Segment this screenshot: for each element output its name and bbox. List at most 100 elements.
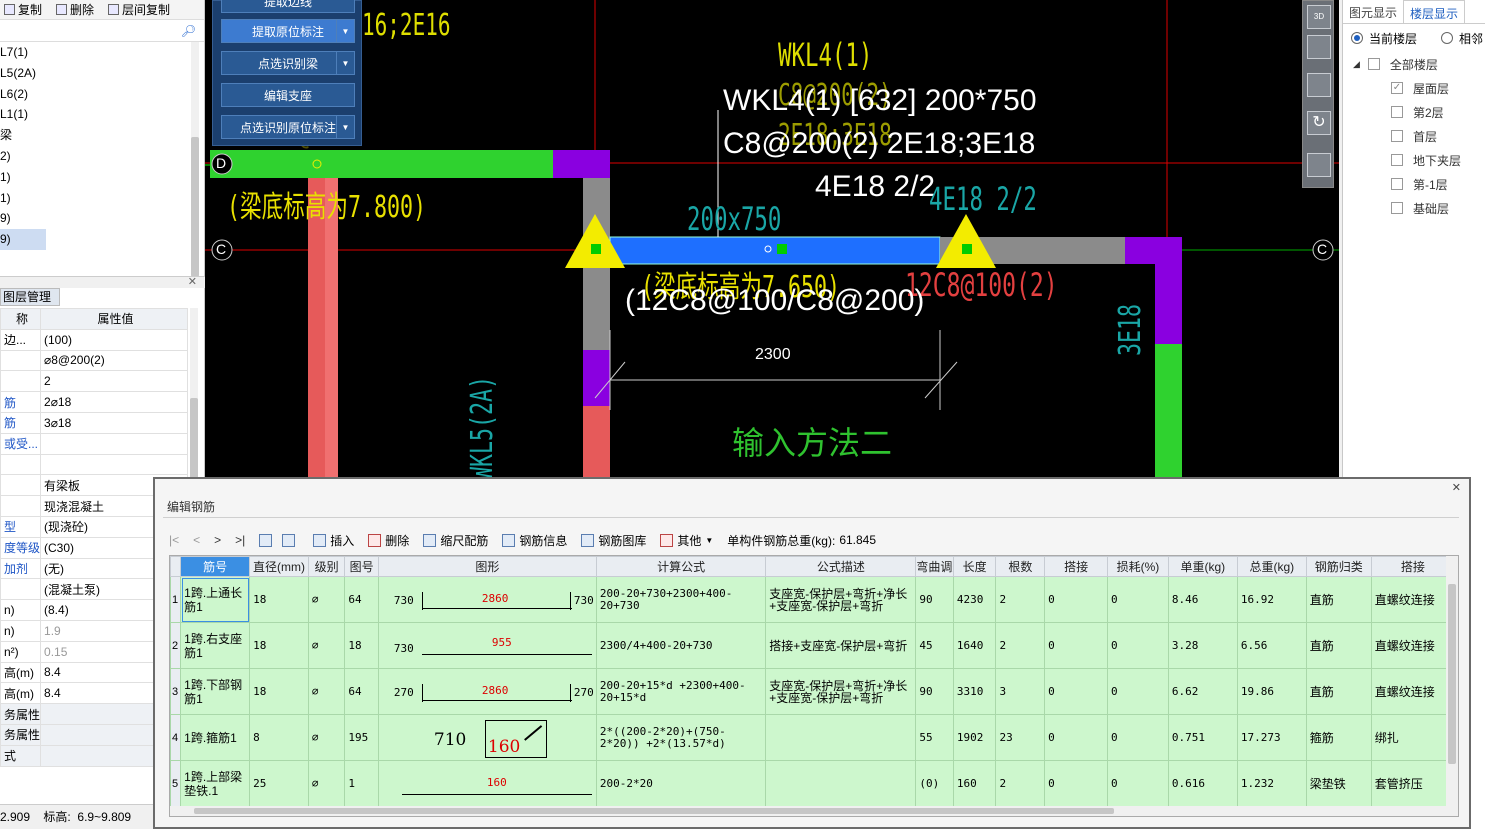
tab-element-display[interactable]: 图元显示	[1343, 0, 1403, 23]
rebar-count-cell[interactable]: 3	[995, 668, 1046, 715]
floor-checkbox[interactable]	[1391, 178, 1403, 190]
rebar-bend-cell[interactable]: (0)	[915, 760, 954, 807]
cube-view-icon[interactable]	[1307, 35, 1331, 59]
rebar-count-cell[interactable]: 2	[995, 760, 1046, 807]
rebar-unit-w-cell[interactable]: 0.751	[1167, 714, 1238, 761]
search-icon[interactable]: 🔎︎	[181, 24, 196, 38]
column-header[interactable]: 公式描述	[765, 556, 917, 577]
floor-copy-button[interactable]: 层间复制	[108, 1, 170, 18]
checkbox-all-floors[interactable]	[1367, 58, 1380, 70]
column-header[interactable]: 长度	[952, 556, 997, 577]
extract-in-situ-annotation-button[interactable]: 提取原位标注 ▼	[221, 19, 355, 43]
delete-button[interactable]: 删除	[56, 1, 94, 18]
column-header[interactable]: 弯曲调整	[915, 556, 954, 577]
floor-checkbox[interactable]	[1391, 130, 1403, 142]
list-item[interactable]: 9)	[0, 208, 204, 229]
table-row[interactable]: 3 1跨.下部钢筋1 18 ⌀ 64 270 2860 270 200-20+15*d +230…	[170, 668, 1456, 715]
other-dropdown-button[interactable]: 其他 ▼	[660, 532, 713, 549]
rebar-shape-cell[interactable]: 730 2860 730	[377, 576, 597, 623]
rebar-unit-w-cell[interactable]: 0.616	[1167, 760, 1238, 807]
rebar-total-w-cell[interactable]: 1.232	[1236, 760, 1307, 807]
rebar-bend-cell[interactable]: 55	[915, 714, 954, 761]
edit-support-button[interactable]: 编辑支座	[221, 83, 355, 107]
rebar-fig-cell[interactable]: 64	[344, 576, 379, 623]
radio-adjacent-floor[interactable]	[1441, 32, 1454, 44]
property-value[interactable]: ⌀8@200(2)	[40, 349, 188, 372]
column-header[interactable]: 钢筋归类	[1305, 556, 1372, 577]
rebar-length-cell[interactable]: 3310	[952, 668, 997, 715]
rebar-grade-cell[interactable]: ⌀	[307, 714, 346, 761]
tab-layer-management[interactable]: 图层管理	[0, 288, 60, 306]
property-value[interactable]: (100)	[40, 328, 188, 351]
list-item[interactable]: L1(1)	[0, 104, 204, 125]
property-value[interactable]: 2	[40, 370, 188, 393]
column-header[interactable]: 级别	[307, 556, 346, 577]
table-row[interactable]: 5 1跨.上部梁垫铁.1 25 ⌀ 1 160 200-2*20 (0) 160 2 0 0 0.616…	[170, 760, 1456, 807]
rebar-name-cell[interactable]: 1跨.箍筋1	[180, 714, 251, 761]
property-row[interactable]: 边... (100)	[0, 328, 188, 351]
rebar-category-cell[interactable]: 直筋	[1305, 668, 1372, 715]
property-value[interactable]: 2⌀18	[40, 391, 188, 413]
rebar-name-cell[interactable]: 1跨.下部钢筋1	[180, 668, 251, 715]
rebar-lap-cell[interactable]: 0	[1044, 576, 1109, 623]
rebar-loss-cell[interactable]: 0	[1107, 714, 1169, 761]
rebar-bend-cell[interactable]: 45	[915, 622, 954, 669]
rebar-length-cell[interactable]: 1640	[952, 622, 997, 669]
collapse-icon[interactable]: ◢	[1353, 59, 1360, 70]
floor-checkbox[interactable]: ✓	[1391, 82, 1403, 94]
floor-item[interactable]: ✓ 屋面层	[1343, 76, 1485, 100]
floor-item[interactable]: 地下夹层	[1343, 148, 1485, 172]
rebar-length-cell[interactable]: 4230	[952, 576, 997, 623]
rebar-unit-w-cell[interactable]: 3.28	[1167, 622, 1238, 669]
rebar-desc-cell[interactable]: 支座宽-保护层+弯折+净长+支座宽-保护层+弯折	[765, 576, 917, 623]
grid-view-icon[interactable]	[1307, 153, 1331, 177]
rebar-info-button[interactable]: 钢筋信息	[502, 532, 567, 549]
box-view-icon[interactable]	[1307, 73, 1331, 97]
floor-checkbox[interactable]	[1391, 154, 1403, 166]
rebar-category-cell[interactable]: 直筋	[1305, 576, 1372, 623]
rebar-desc-cell[interactable]	[765, 714, 917, 761]
rebar-library-button[interactable]: 钢筋图库	[581, 532, 646, 549]
floor-item[interactable]: 首层	[1343, 124, 1485, 148]
property-row[interactable]: ⌀8@200(2)	[0, 349, 188, 372]
column-header[interactable]: 搭接	[1370, 556, 1456, 577]
nav-last-icon[interactable]: >|	[235, 533, 245, 547]
tab-floor-display[interactable]: 楼层显示	[1403, 0, 1466, 23]
rebar-formula-cell[interactable]: 2*((200-2*20)+(750-2*20)) +2*(13.57*d)	[595, 714, 767, 761]
table-row[interactable]: 2 1跨.右支座筋1 18 ⌀ 18 730 955 2300/4+400-20+730 搭接+…	[170, 622, 1456, 669]
column-header[interactable]: 根数	[995, 556, 1046, 577]
list-item[interactable]: L6(2)	[0, 84, 204, 105]
rebar-shape-cell[interactable]: 730 955	[377, 622, 597, 669]
floor-checkbox[interactable]	[1391, 106, 1403, 118]
rebar-grade-cell[interactable]: ⌀	[307, 760, 346, 807]
list-item[interactable]: L5(2A)	[0, 63, 204, 84]
list-item[interactable]: 1)	[0, 188, 204, 209]
list-item[interactable]: L7(1)	[0, 42, 204, 63]
rebar-shape-cell[interactable]: 270 2860 270	[377, 668, 597, 715]
property-value[interactable]: 3⌀18	[40, 411, 188, 434]
delete-row-button[interactable]: 删除	[368, 532, 409, 549]
rebar-lap-type-cell[interactable]: 套管挤压	[1370, 760, 1456, 807]
nav-prev-icon[interactable]: <	[193, 533, 200, 547]
list-item[interactable]: 梁	[0, 125, 204, 146]
rebar-loss-cell[interactable]: 0	[1107, 668, 1169, 715]
floor-tree-root[interactable]: ◢ 全部楼层	[1343, 52, 1485, 76]
rebar-lap-type-cell[interactable]: 直螺纹连接	[1370, 622, 1456, 669]
list-item[interactable]: 1)	[0, 167, 204, 188]
rebar-lap-type-cell[interactable]: 直螺纹连接	[1370, 668, 1456, 715]
rebar-lap-type-cell[interactable]: 绑扎	[1370, 714, 1456, 761]
column-header[interactable]: 损耗(%)	[1107, 556, 1169, 577]
column-header[interactable]: 计算公式	[595, 556, 767, 577]
column-header[interactable]: 图号	[344, 556, 379, 577]
dropdown-arrow-icon[interactable]: ▼	[336, 52, 354, 74]
pick-identify-beam-button[interactable]: 点选识别梁 ▼	[221, 51, 355, 75]
grid-vertical-scrollbar[interactable]	[1446, 556, 1458, 816]
rebar-desc-cell[interactable]: 支座宽-保护层+弯折+净长+支座宽-保护层+弯折	[765, 668, 917, 715]
column-header[interactable]: 单重(kg)	[1167, 556, 1238, 577]
floor-item[interactable]: 第2层	[1343, 100, 1485, 124]
rebar-lap-cell[interactable]: 0	[1044, 622, 1109, 669]
rebar-total-w-cell[interactable]: 19.86	[1236, 668, 1307, 715]
rebar-unit-w-cell[interactable]: 6.62	[1167, 668, 1238, 715]
rebar-grade-cell[interactable]: ⌀	[307, 668, 346, 715]
close-icon[interactable]: ✕	[1452, 481, 1461, 494]
